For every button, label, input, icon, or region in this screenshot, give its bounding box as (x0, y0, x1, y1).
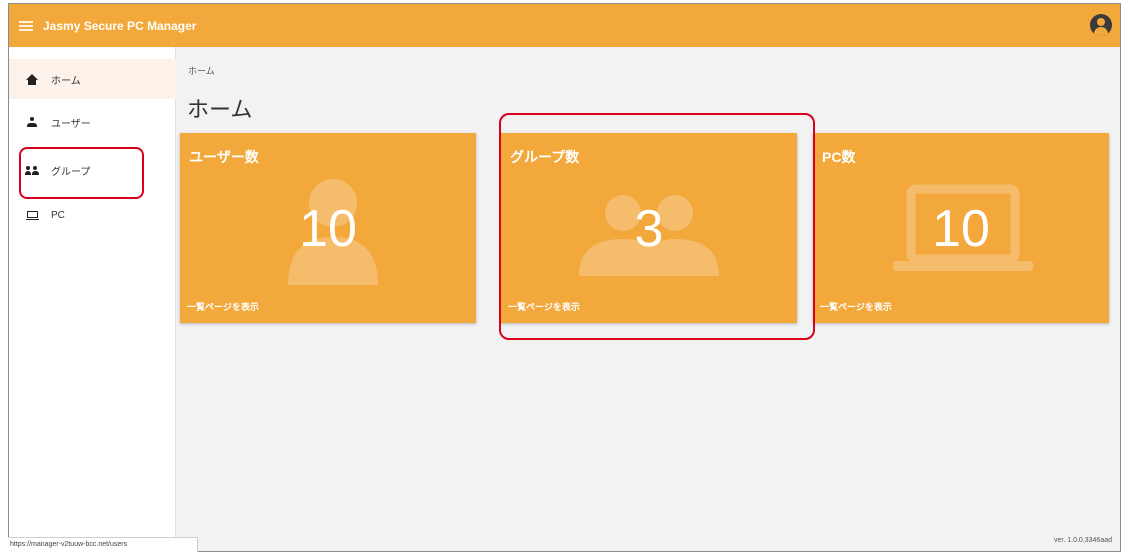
sidebar-item-users[interactable]: ユーザー (9, 102, 176, 142)
top-app-bar: Jasmy Secure PC Manager (9, 4, 1120, 47)
person-icon (25, 115, 39, 129)
card-link[interactable]: 一覧ページを表示 (187, 300, 259, 313)
sidebar-item-home[interactable]: ホーム (9, 59, 176, 99)
browser-status-url: https://manager-v2tuuw-bcc.net/users (8, 537, 198, 552)
version-label: ver. 1.0.0.3346aad (1054, 537, 1112, 544)
home-icon (25, 72, 39, 86)
account-icon[interactable] (1090, 14, 1112, 36)
highlight-box-groups-card (499, 113, 815, 340)
sidebar-item-label: PC (51, 209, 65, 221)
card-link[interactable]: 一覧ページを表示 (820, 300, 892, 313)
breadcrumb: ホーム (188, 66, 215, 76)
sidebar-item-label: ユーザー (51, 118, 91, 130)
sidebar-item-pc[interactable]: PC (9, 195, 176, 235)
app-title: Jasmy Secure PC Manager (43, 18, 197, 33)
card-value: 10 (299, 200, 357, 258)
highlight-box-sidebar-groups (19, 147, 144, 199)
users-count-card[interactable]: ユーザー数 10 一覧ページを表示 (180, 133, 476, 323)
laptop-icon (25, 208, 39, 222)
app-window: Jasmy Secure PC Manager ホーム ユーザー グループ PC… (8, 3, 1121, 552)
card-value: 10 (932, 200, 990, 258)
pc-count-card[interactable]: PC数 10 一覧ページを表示 (813, 133, 1109, 323)
page-title: ホーム (187, 97, 253, 122)
sidebar-item-label: ホーム (51, 75, 81, 87)
sidebar: ホーム ユーザー グループ PC (9, 47, 176, 551)
card-title: ユーザー数 (189, 149, 259, 165)
card-title: PC数 (822, 149, 856, 165)
menu-icon[interactable] (19, 20, 33, 31)
